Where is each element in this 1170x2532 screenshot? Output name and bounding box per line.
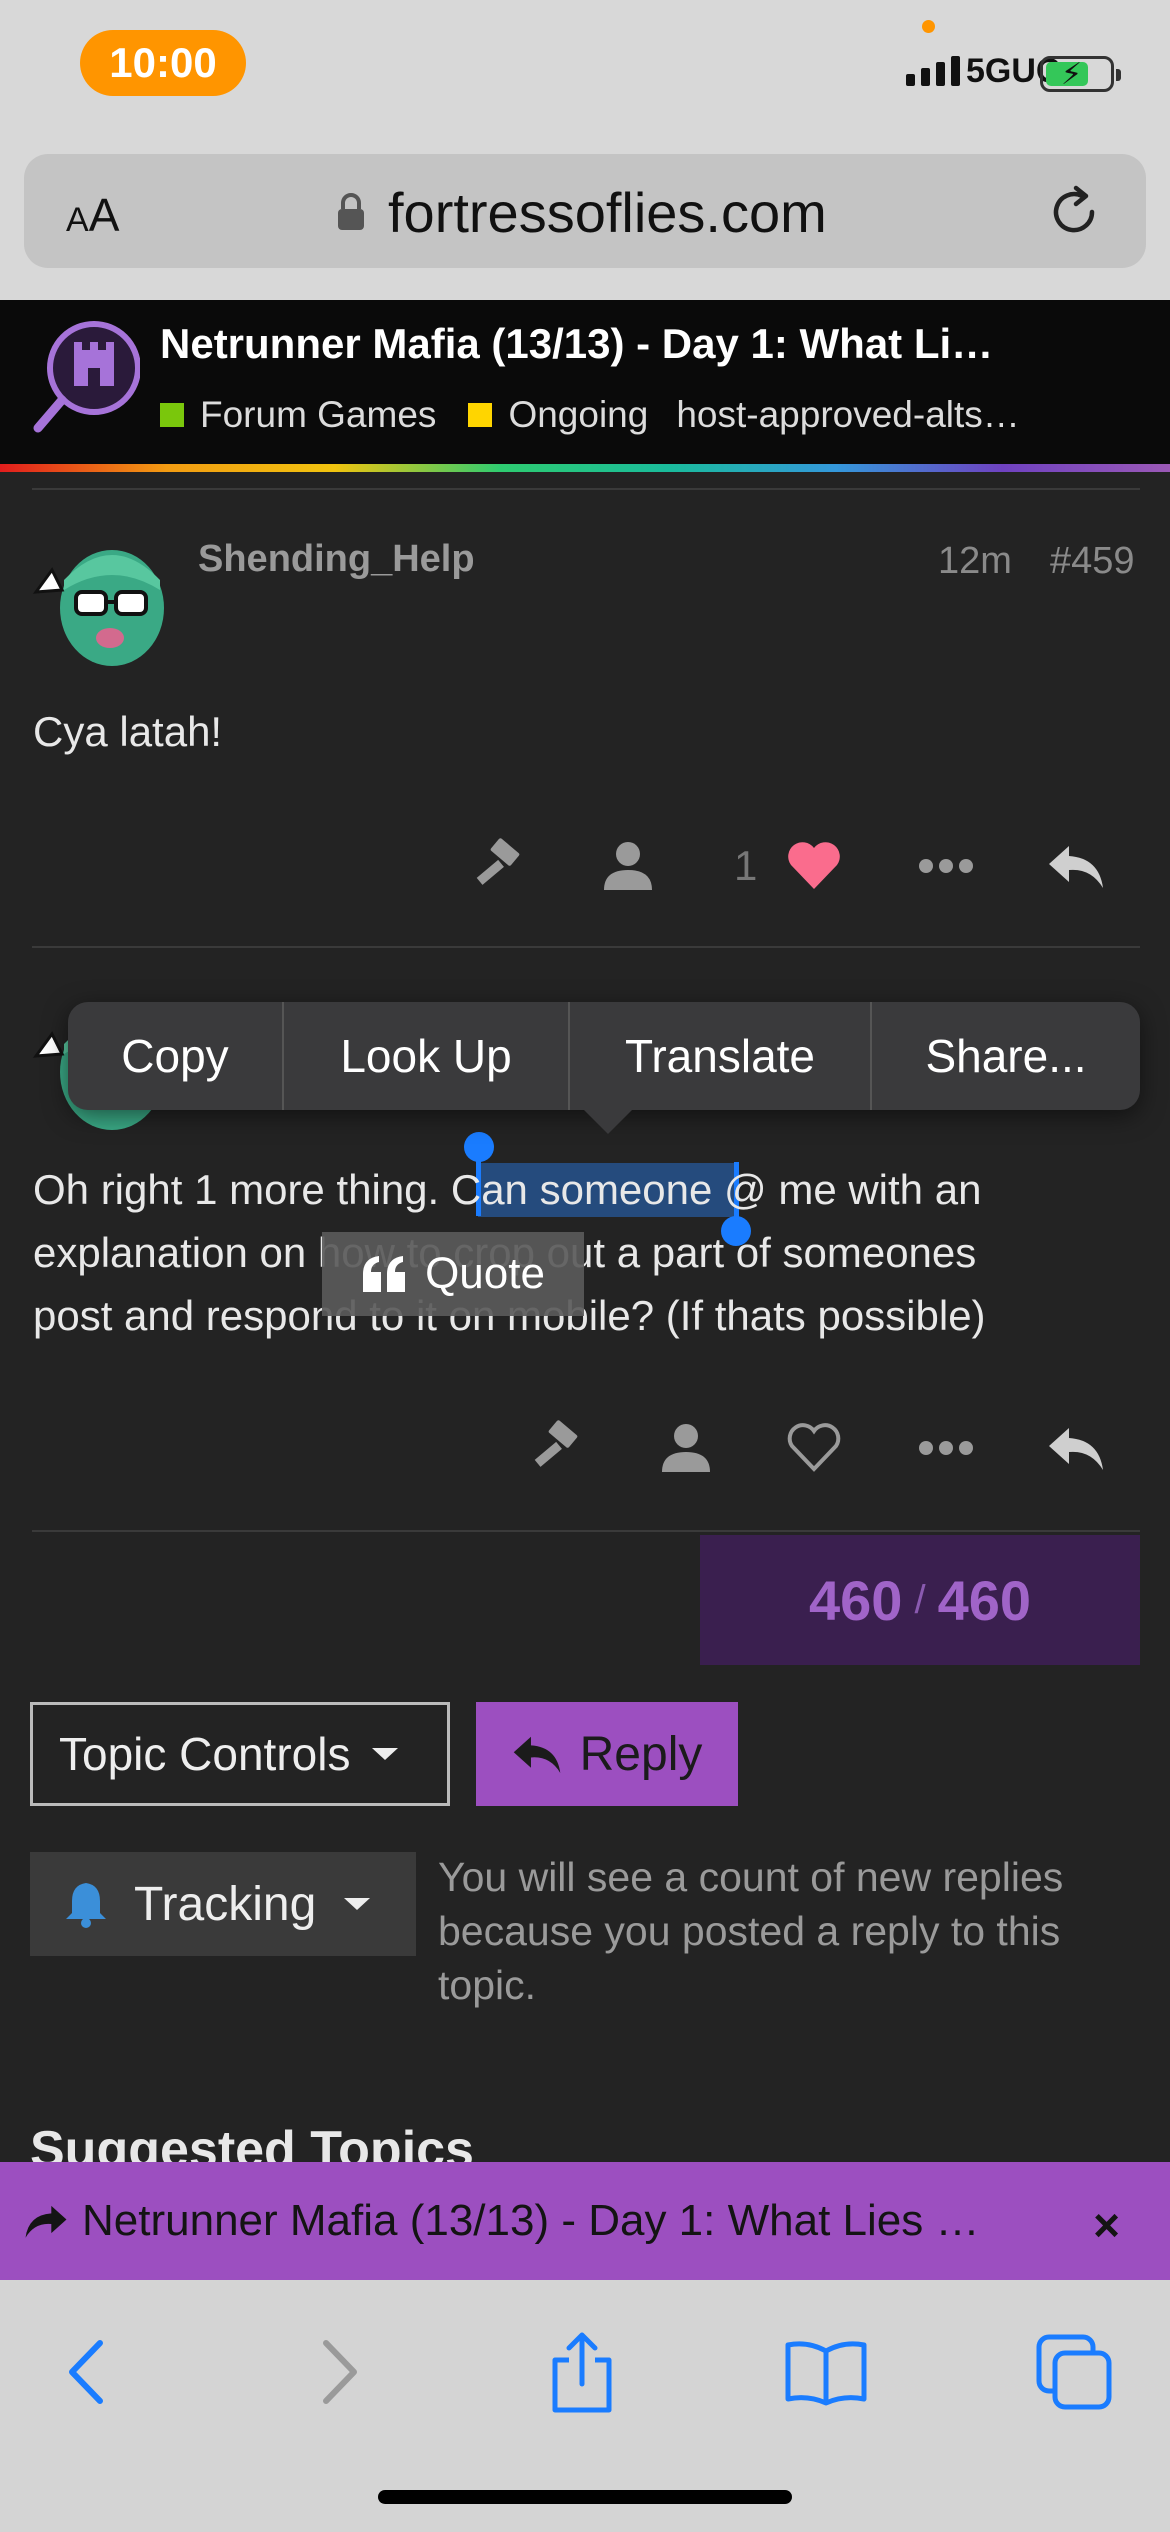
home-indicator [378,2490,792,2504]
cellular-signal-icon [906,56,960,86]
caret-down-icon [344,1898,371,1910]
tracking-label: Tracking [134,1877,317,1931]
text-size-button[interactable]: AA [66,188,119,242]
bell-icon [66,1883,106,1928]
privacy-indicator-dot [922,20,935,33]
banner-topic-title[interactable]: Netrunner Mafia (13/13) - Day 1: What Li… [82,2196,1042,2246]
reload-icon[interactable] [1046,184,1102,240]
status-time: 10:00 [80,30,246,96]
category-color-swatch [160,403,184,427]
browser-chrome: 10:00 5GUC ⚡ AA fortressoflies.com [0,0,1170,300]
reply-icon[interactable] [1044,1416,1108,1480]
flag-gavel-icon[interactable] [468,834,532,898]
topic-meta: Forum Games Ongoing host-approved-alts… [160,394,1020,436]
progress-total: 460 [937,1568,1031,1632]
topic-header: Netrunner Mafia (13/13) - Day 1: What Li… [0,300,1170,472]
quote-icon [363,1256,406,1292]
reply-icon[interactable] [1044,834,1108,898]
close-icon[interactable]: × [1093,2198,1120,2252]
url-domain[interactable]: fortressoflies.com [388,180,827,245]
share-icon[interactable] [532,2322,632,2422]
rainbow-divider [0,464,1170,472]
reply-icon [513,1736,560,1773]
post-divider [32,946,1140,948]
more-options-icon[interactable] [914,834,978,898]
menu-item-copy[interactable]: Copy [68,1002,284,1110]
battery-icon: ⚡ [1040,56,1121,92]
post-body: Cya latah! [33,708,223,755]
category-color-swatch [468,403,493,427]
flag-gavel-icon[interactable] [526,1416,590,1480]
more-options-icon[interactable] [914,1416,978,1480]
progress-current: 460 [809,1568,903,1632]
menu-item-look-up[interactable]: Look Up [284,1002,570,1110]
address-bar[interactable]: AA fortressoflies.com [24,154,1146,268]
avatar[interactable] [32,530,172,670]
heart-filled-icon[interactable] [782,834,846,898]
post-number[interactable]: #459 [1050,540,1135,583]
context-menu-pointer [582,1108,634,1134]
category-ongoing[interactable]: Ongoing [508,394,648,436]
lock-icon [338,193,364,230]
bookmarks-icon[interactable] [776,2322,876,2422]
topic-controls-label: Topic Controls [59,1728,351,1780]
progress-separator: / [914,1577,926,1622]
quote-button[interactable]: Quote [322,1232,584,1316]
share-arrow-icon [25,2205,67,2238]
post-divider [32,488,1140,490]
user-icon[interactable] [596,834,660,898]
browser-toolbar [0,2280,1170,2532]
notification-description: You will see a count of new replies beca… [438,1854,1064,2008]
reply-button[interactable]: Reply [476,1702,738,1806]
reply-label: Reply [579,1727,703,1781]
post-body-line: Oh right 1 more thing. Can someone @ me … [33,1166,982,1213]
topic-title[interactable]: Netrunner Mafia (13/13) - Day 1: What Li… [160,320,1060,368]
topic-return-banner[interactable]: Netrunner Mafia (13/13) - Day 1: What Li… [0,2162,1170,2280]
text-context-menu: Copy Look Up Translate Share... [68,1002,1140,1110]
post-divider [32,1530,1140,1532]
topic-controls-dropdown[interactable]: Topic Controls [30,1702,450,1806]
post-age[interactable]: 12m [938,540,1012,583]
forward-icon[interactable] [290,2322,390,2422]
caret-down-icon [372,1748,399,1760]
notification-level-dropdown[interactable]: Tracking [30,1852,416,1956]
tabs-icon[interactable] [1024,2322,1124,2422]
heart-outline-icon[interactable] [782,1416,846,1480]
quote-label: Quote [425,1249,545,1298]
topic-progress[interactable]: 460 / 460 [700,1535,1140,1665]
topic-tag[interactable]: host-approved-alts… [676,394,1019,436]
category-forum-games[interactable]: Forum Games [200,394,436,436]
post-username[interactable]: Shending_Help [198,538,475,581]
menu-item-share[interactable]: Share... [872,1002,1140,1110]
like-count[interactable]: 1 [734,842,757,890]
user-icon[interactable] [654,1416,718,1480]
menu-item-translate[interactable]: Translate [570,1002,872,1110]
site-logo[interactable] [32,318,140,436]
back-icon[interactable] [36,2322,136,2422]
